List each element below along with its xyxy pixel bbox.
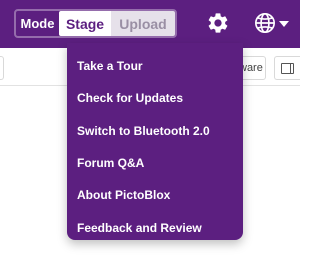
menu-item-about-pictoblox[interactable]: About PictoBlox <box>67 179 243 211</box>
menu-item-check-for-updates[interactable]: Check for Updates <box>67 82 243 114</box>
stage-mode-button[interactable]: Stage <box>59 11 111 36</box>
mode-switch: Mode Stage Upload <box>14 9 177 38</box>
layout-toggle-button[interactable] <box>274 56 300 80</box>
upload-mode-button[interactable]: Upload <box>111 11 175 36</box>
menu-item-take-a-tour[interactable]: Take a Tour <box>67 50 243 82</box>
settings-dropdown-menu: Take a Tour Check for Updates Switch to … <box>67 43 243 240</box>
globe-icon[interactable] <box>254 12 276 34</box>
layout-icon <box>281 62 294 74</box>
caret-down-icon[interactable] <box>279 21 289 27</box>
menu-item-feedback-and-review[interactable]: Feedback and Review <box>67 211 243 243</box>
gear-icon[interactable] <box>206 11 230 35</box>
menu-item-forum-qa[interactable]: Forum Q&A <box>67 147 243 179</box>
toolbar-left-button[interactable] <box>0 56 4 80</box>
top-menu-bar: Mode Stage Upload <box>0 0 300 48</box>
menu-item-switch-to-bluetooth[interactable]: Switch to Bluetooth 2.0 <box>67 115 243 147</box>
mode-label: Mode <box>20 16 55 31</box>
